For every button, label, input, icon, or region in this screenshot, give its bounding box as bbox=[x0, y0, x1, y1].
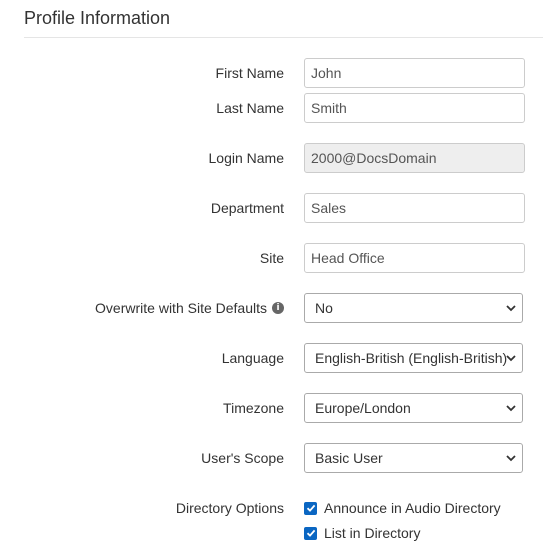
last-name-input[interactable]: Smith bbox=[304, 93, 525, 123]
language-selected-value: English-British (English-British) bbox=[315, 350, 508, 366]
site-row: Site Head Office bbox=[0, 243, 543, 273]
department-label: Department bbox=[210, 200, 284, 216]
language-label: Language bbox=[221, 350, 284, 366]
section-divider bbox=[24, 37, 543, 38]
first-name-label: First Name bbox=[215, 65, 284, 81]
last-name-label: Last Name bbox=[216, 100, 284, 116]
list-in-directory-option[interactable]: List in Directory bbox=[304, 524, 420, 542]
language-row: Language English-British (English-Britis… bbox=[0, 343, 543, 373]
first-name-row: First Name John bbox=[0, 58, 543, 88]
checkmark-icon bbox=[306, 529, 315, 537]
login-name-label: Login Name bbox=[208, 150, 285, 166]
section-title: Profile Information bbox=[24, 8, 171, 28]
overwrite-select[interactable]: No bbox=[304, 293, 523, 323]
chevron-down-icon bbox=[506, 405, 516, 412]
timezone-row: Timezone Europe/London bbox=[0, 393, 543, 423]
timezone-selected-value: Europe/London bbox=[315, 400, 411, 416]
timezone-label: Timezone bbox=[223, 400, 284, 416]
overwrite-selected-value: No bbox=[315, 300, 333, 316]
department-input[interactable]: Sales bbox=[304, 193, 525, 223]
site-input[interactable]: Head Office bbox=[304, 243, 525, 273]
department-row: Department Sales bbox=[0, 193, 543, 223]
overwrite-row: Overwrite with Site Defaults i No bbox=[0, 293, 543, 323]
list-in-directory-label: List in Directory bbox=[324, 525, 421, 541]
scope-select[interactable]: Basic User bbox=[304, 443, 523, 473]
site-label: Site bbox=[259, 250, 284, 266]
scope-label: User's Scope bbox=[201, 450, 284, 466]
announce-audio-directory-checkbox[interactable] bbox=[304, 501, 317, 515]
overwrite-label-text: Overwrite with Site Defaults bbox=[95, 300, 267, 316]
login-name-row: Login Name 2000@DocsDomain bbox=[0, 143, 543, 173]
login-name-input: 2000@DocsDomain bbox=[304, 143, 525, 173]
scope-selected-value: Basic User bbox=[315, 450, 383, 466]
chevron-down-icon bbox=[506, 355, 516, 362]
checkmark-icon bbox=[306, 504, 315, 512]
chevron-down-icon bbox=[506, 305, 516, 312]
overwrite-label: Overwrite with Site Defaults i bbox=[95, 293, 284, 323]
language-select[interactable]: English-British (English-British) bbox=[304, 343, 523, 373]
last-name-row: Last Name Smith bbox=[0, 93, 543, 123]
announce-audio-directory-option[interactable]: Announce in Audio Directory bbox=[304, 499, 501, 517]
directory-options-label: Directory Options bbox=[175, 500, 284, 516]
info-icon[interactable]: i bbox=[272, 302, 284, 314]
list-in-directory-checkbox[interactable] bbox=[304, 526, 317, 540]
scope-row: User's Scope Basic User bbox=[0, 443, 543, 473]
first-name-input[interactable]: John bbox=[304, 58, 525, 88]
announce-audio-directory-label: Announce in Audio Directory bbox=[324, 500, 501, 516]
chevron-down-icon bbox=[506, 455, 516, 462]
timezone-select[interactable]: Europe/London bbox=[304, 393, 523, 423]
